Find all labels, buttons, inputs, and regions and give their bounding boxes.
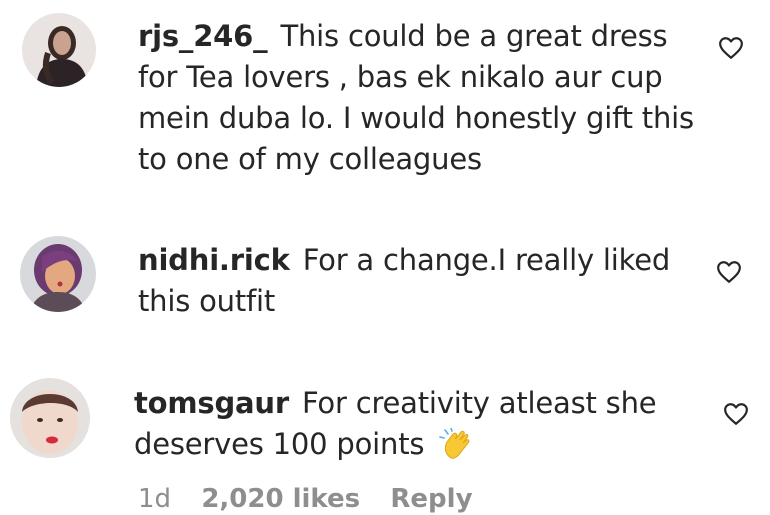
clapping-hands-icon	[439, 428, 470, 459]
comment-time: 1d	[138, 484, 172, 514]
comment-text: tomsgaur For creativity atleast she dese…	[134, 383, 694, 465]
comment-meta: 1d 2,020 likes Reply	[138, 484, 495, 514]
comment-username[interactable]: nidhi.rick	[138, 243, 290, 277]
avatar[interactable]	[10, 378, 90, 458]
heart-icon[interactable]	[718, 36, 744, 60]
heart-icon[interactable]	[723, 402, 749, 426]
comment-username[interactable]: tomsgaur	[134, 386, 289, 420]
avatar[interactable]	[22, 13, 96, 87]
comment-username[interactable]: rjs_246_	[138, 19, 268, 53]
avatar[interactable]	[20, 236, 96, 312]
comment-text: nidhi.rick For a change.I really liked t…	[138, 240, 698, 322]
comment-text: rjs_246_ This could be a great dress for…	[138, 16, 698, 180]
likes-count-button[interactable]: 2,020 likes	[201, 484, 360, 514]
heart-icon[interactable]	[716, 260, 742, 284]
reply-button[interactable]: Reply	[390, 484, 472, 514]
